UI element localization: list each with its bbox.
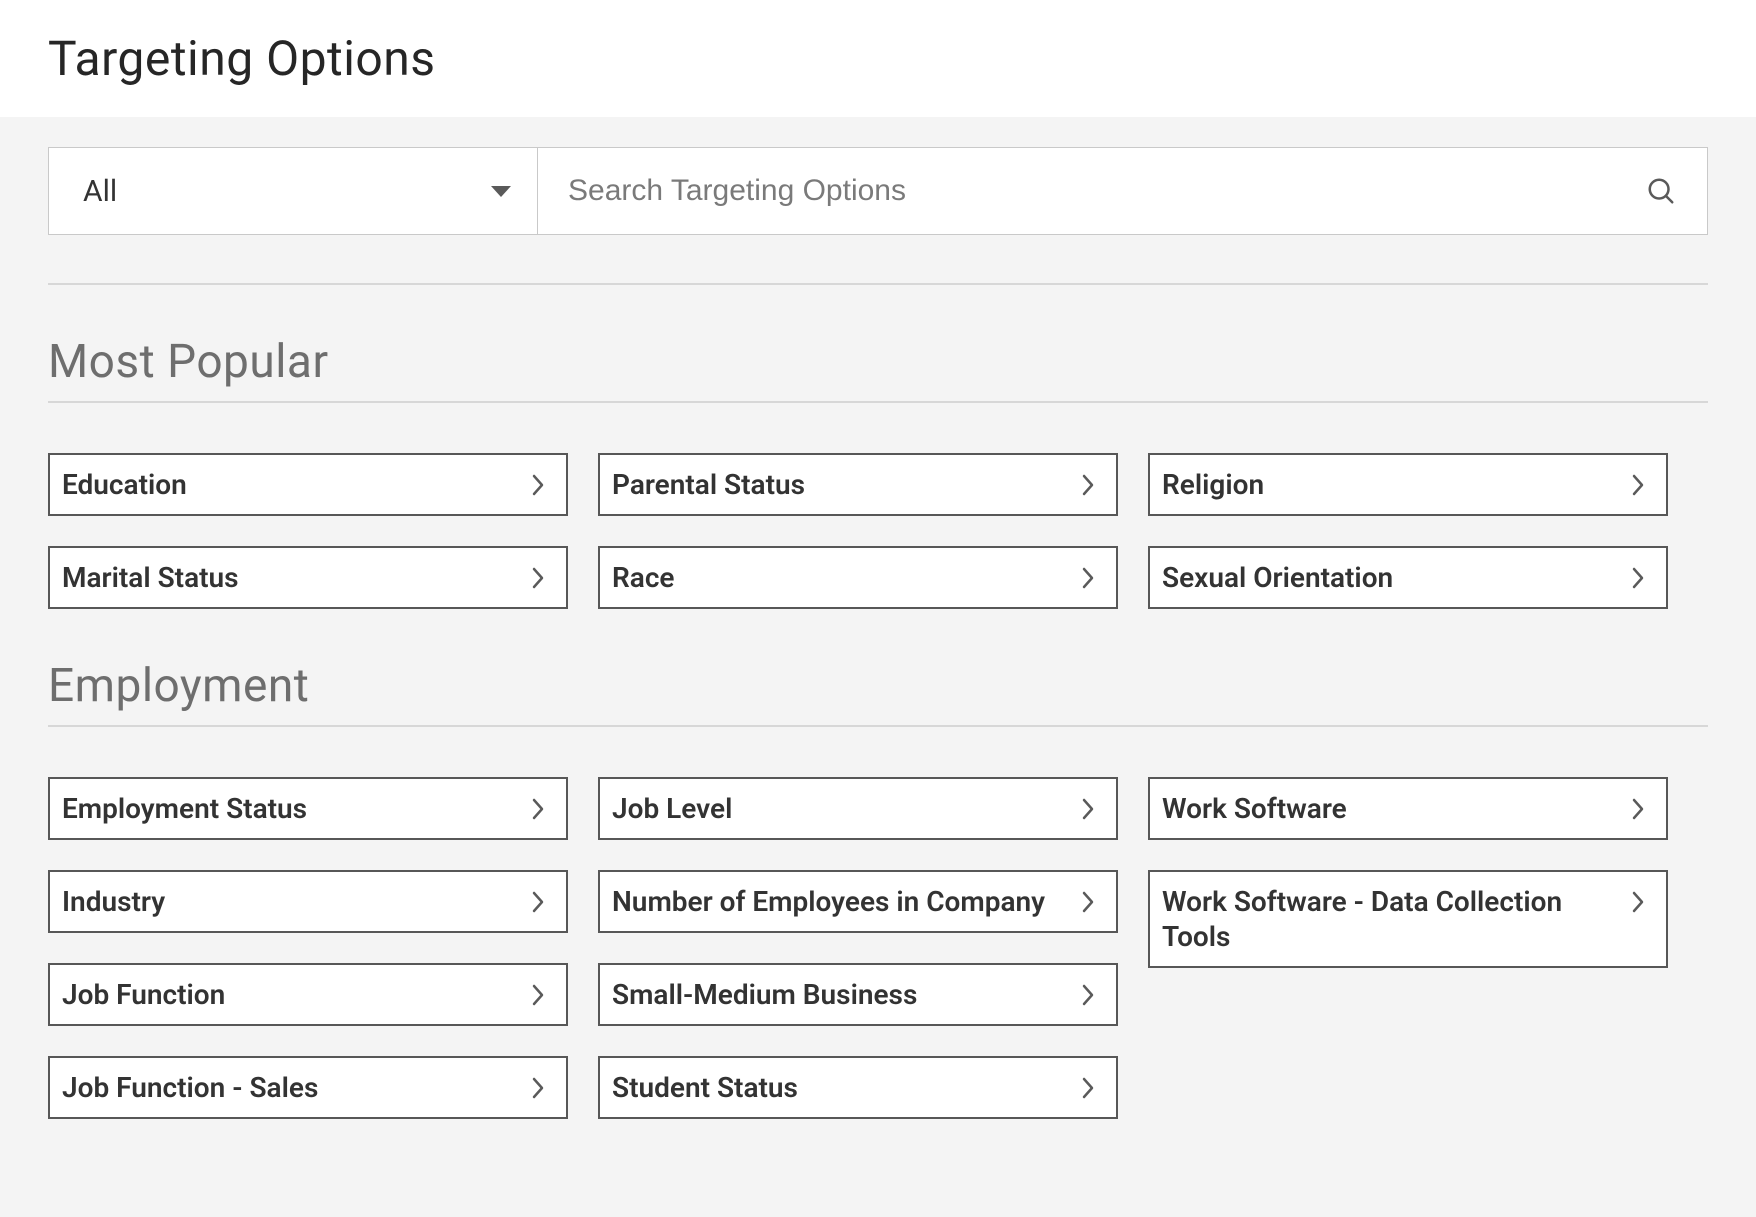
- filter-selected-label: All: [83, 174, 117, 209]
- section-title-most-popular: Most Popular: [48, 335, 1708, 389]
- section-title-employment: Employment: [48, 659, 1708, 713]
- page-header: Targeting Options: [0, 0, 1756, 117]
- option-parental-status[interactable]: Parental Status: [598, 453, 1118, 516]
- option-marital-status[interactable]: Marital Status: [48, 546, 568, 609]
- chevron-right-icon: [1078, 985, 1098, 1005]
- option-label: Industry: [62, 884, 165, 919]
- chevron-right-icon: [528, 568, 548, 588]
- chevron-right-icon: [1628, 568, 1648, 588]
- chevron-right-icon: [528, 475, 548, 495]
- chevron-right-icon: [1628, 475, 1648, 495]
- option-employment-status[interactable]: Employment Status: [48, 777, 568, 840]
- divider: [48, 283, 1708, 285]
- option-label: Religion: [1162, 467, 1264, 502]
- option-label: Education: [62, 467, 187, 502]
- search-input-container: [538, 147, 1708, 235]
- chevron-right-icon: [1078, 475, 1098, 495]
- filter-dropdown[interactable]: All: [48, 147, 538, 235]
- chevron-right-icon: [1628, 892, 1648, 912]
- option-label: Number of Employees in Company: [612, 884, 1045, 919]
- content-area: All Most Popular Education Marital Statu…: [0, 117, 1756, 1217]
- most-popular-grid: Education Marital Status Parental Status…: [48, 453, 1708, 609]
- option-small-medium-business[interactable]: Small-Medium Business: [598, 963, 1118, 1026]
- divider: [48, 725, 1708, 727]
- search-icon[interactable]: [1645, 175, 1677, 207]
- option-label: Sexual Orientation: [1162, 560, 1393, 595]
- option-industry[interactable]: Industry: [48, 870, 568, 933]
- option-label: Marital Status: [62, 560, 239, 595]
- option-column: Employment Status Industry Job Function …: [48, 777, 568, 1119]
- option-job-function[interactable]: Job Function: [48, 963, 568, 1026]
- option-label: Job Function: [62, 977, 225, 1012]
- option-label: Race: [612, 560, 675, 595]
- option-label: Job Level: [612, 791, 732, 826]
- option-column: Work Software Work Software - Data Colle…: [1148, 777, 1668, 968]
- chevron-right-icon: [528, 985, 548, 1005]
- option-column: Religion Sexual Orientation: [1148, 453, 1668, 609]
- page-title: Targeting Options: [48, 30, 1708, 87]
- option-column: Job Level Number of Employees in Company…: [598, 777, 1118, 1119]
- option-education[interactable]: Education: [48, 453, 568, 516]
- chevron-right-icon: [1078, 799, 1098, 819]
- option-sexual-orientation[interactable]: Sexual Orientation: [1148, 546, 1668, 609]
- divider: [48, 401, 1708, 403]
- option-column: Education Marital Status: [48, 453, 568, 609]
- chevron-right-icon: [1628, 799, 1648, 819]
- option-label: Small-Medium Business: [612, 977, 917, 1012]
- option-column: Parental Status Race: [598, 453, 1118, 609]
- option-race[interactable]: Race: [598, 546, 1118, 609]
- chevron-right-icon: [1078, 568, 1098, 588]
- option-job-level[interactable]: Job Level: [598, 777, 1118, 840]
- employment-grid: Employment Status Industry Job Function …: [48, 777, 1708, 1119]
- option-label: Parental Status: [612, 467, 805, 502]
- chevron-right-icon: [528, 1078, 548, 1098]
- caret-down-icon: [491, 186, 511, 197]
- option-label: Student Status: [612, 1070, 798, 1105]
- option-label: Employment Status: [62, 791, 307, 826]
- option-number-of-employees[interactable]: Number of Employees in Company: [598, 870, 1118, 933]
- option-religion[interactable]: Religion: [1148, 453, 1668, 516]
- search-input[interactable]: [568, 174, 1645, 208]
- chevron-right-icon: [1078, 892, 1098, 912]
- option-work-software[interactable]: Work Software: [1148, 777, 1668, 840]
- option-student-status[interactable]: Student Status: [598, 1056, 1118, 1119]
- chevron-right-icon: [1078, 1078, 1098, 1098]
- chevron-right-icon: [528, 799, 548, 819]
- search-bar: All: [48, 147, 1708, 235]
- option-label: Job Function - Sales: [62, 1070, 318, 1105]
- option-label: Work Software: [1162, 791, 1347, 826]
- option-label: Work Software - Data Collection Tools: [1162, 884, 1616, 954]
- option-job-function-sales[interactable]: Job Function - Sales: [48, 1056, 568, 1119]
- chevron-right-icon: [528, 892, 548, 912]
- option-work-software-data-collection[interactable]: Work Software - Data Collection Tools: [1148, 870, 1668, 968]
